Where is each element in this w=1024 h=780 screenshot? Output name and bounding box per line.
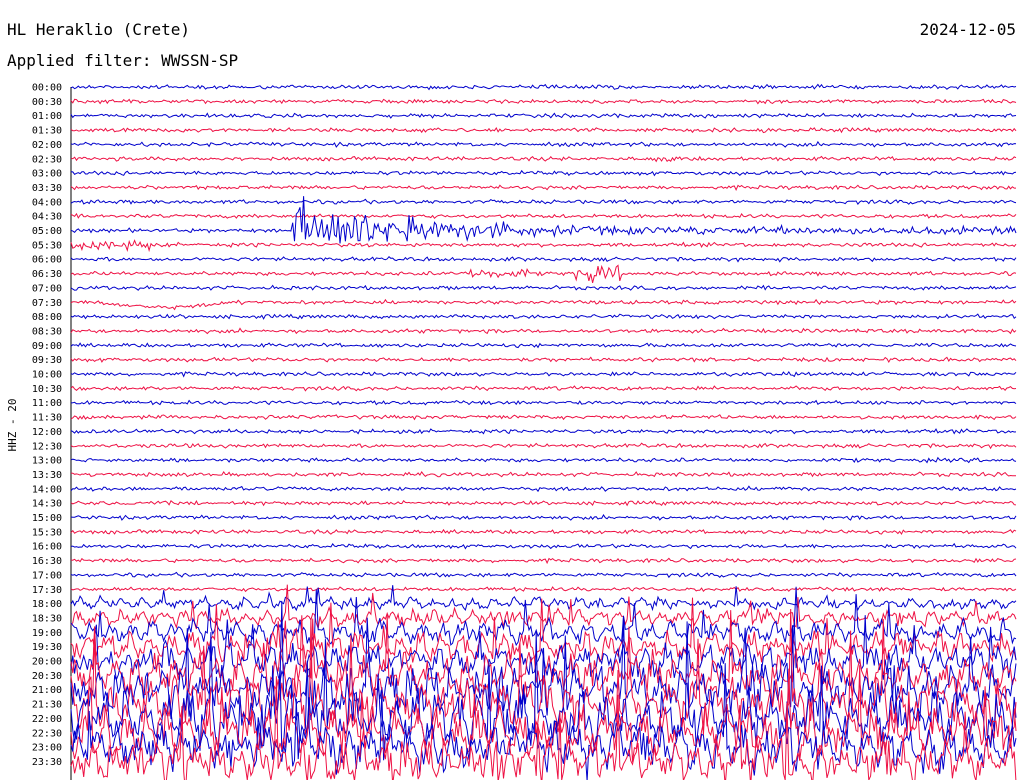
time-label: 12:30 xyxy=(32,441,62,452)
trace-line xyxy=(70,327,1017,335)
trace-line xyxy=(70,399,1017,406)
time-label: 13:00 xyxy=(32,456,62,467)
trace-line xyxy=(70,298,1017,311)
trace-line xyxy=(70,584,1017,630)
time-label: 04:00 xyxy=(32,197,62,208)
trace-line xyxy=(70,356,1017,363)
trace-line xyxy=(70,255,1017,263)
trace-line xyxy=(70,428,1017,435)
channel-label: HHZ - 20 xyxy=(6,399,19,452)
time-label: 17:30 xyxy=(32,585,62,596)
trace-line xyxy=(70,184,1016,192)
time-label: 02:30 xyxy=(32,154,62,165)
time-label: 19:30 xyxy=(32,642,62,653)
trace-line xyxy=(70,456,1017,464)
time-label: 14:30 xyxy=(32,499,62,510)
time-label: 02:00 xyxy=(32,140,62,151)
trace-line xyxy=(70,198,1017,205)
trace-line xyxy=(70,127,1017,134)
time-label: 21:00 xyxy=(32,685,62,696)
time-label: 00:30 xyxy=(32,97,62,108)
time-label: 01:30 xyxy=(32,126,62,137)
trace-line xyxy=(70,112,1017,119)
trace-line xyxy=(70,528,1017,535)
trace-line xyxy=(70,414,1017,421)
time-label: 23:30 xyxy=(32,757,62,768)
time-label: 23:00 xyxy=(32,743,62,754)
trace-line xyxy=(70,313,1017,320)
time-label: 16:00 xyxy=(32,542,62,553)
trace-line xyxy=(70,571,1017,579)
time-label: 12:00 xyxy=(32,427,62,438)
time-label: 07:30 xyxy=(32,298,62,309)
trace-line xyxy=(70,264,1017,284)
time-label: 08:30 xyxy=(32,326,62,337)
trace-line xyxy=(70,500,1017,507)
time-label: 00:00 xyxy=(32,83,62,94)
trace-line xyxy=(70,470,1016,478)
time-label: 15:00 xyxy=(32,513,62,524)
time-label: 11:00 xyxy=(32,398,62,409)
trace-line xyxy=(70,342,1017,349)
time-label: 01:00 xyxy=(32,111,62,122)
time-label: 10:00 xyxy=(32,370,62,381)
time-label: 18:00 xyxy=(32,599,62,610)
time-label: 21:30 xyxy=(32,700,62,711)
trace-line xyxy=(70,98,1017,105)
time-label: 08:00 xyxy=(32,312,62,323)
trace-line xyxy=(70,514,1017,521)
trace-line xyxy=(70,212,1017,220)
time-label: 19:00 xyxy=(32,628,62,639)
time-labels: 00:00 00:30 01:00 01:30 02:00 02:30 03:00 03:30… xyxy=(32,83,62,768)
time-label: 06:00 xyxy=(32,255,62,266)
time-label: 15:30 xyxy=(32,527,62,538)
time-label: 22:00 xyxy=(32,714,62,725)
time-label: 03:00 xyxy=(32,169,62,180)
trace-line xyxy=(70,239,1017,253)
time-label: 05:00 xyxy=(32,226,62,237)
trace-line xyxy=(70,284,1017,291)
trace-line xyxy=(70,557,1017,565)
time-label: 09:30 xyxy=(32,355,62,366)
trace-line xyxy=(70,586,1017,593)
time-label: 16:30 xyxy=(32,556,62,567)
time-label: 13:30 xyxy=(32,470,62,481)
time-label: 10:30 xyxy=(32,384,62,395)
trace-line xyxy=(70,83,1017,91)
seismogram-traces xyxy=(70,83,1017,780)
time-label: 05:30 xyxy=(32,240,62,251)
trace-line xyxy=(70,140,1017,148)
trace-line xyxy=(70,542,1017,550)
time-label: 04:30 xyxy=(32,212,62,223)
trace-line xyxy=(70,155,1017,163)
time-label: 18:30 xyxy=(32,613,62,624)
time-label: 03:30 xyxy=(32,183,62,194)
time-label: 09:00 xyxy=(32,341,62,352)
trace-line xyxy=(70,485,1017,493)
time-label: 17:00 xyxy=(32,570,62,581)
time-label: 22:30 xyxy=(32,728,62,739)
time-label: 07:00 xyxy=(32,283,62,294)
helicorder-plot: 00:00 00:30 01:00 01:30 02:00 02:30 03:00 03:30… xyxy=(6,83,1017,780)
time-label: 14:00 xyxy=(32,484,62,495)
time-label: 20:00 xyxy=(32,657,62,668)
trace-line xyxy=(70,169,1017,177)
trace-line xyxy=(70,370,1017,378)
time-label: 06:30 xyxy=(32,269,62,280)
trace-line xyxy=(70,385,1017,392)
time-label: 11:30 xyxy=(32,413,62,424)
time-label: 20:30 xyxy=(32,671,62,682)
trace-line xyxy=(70,442,1017,450)
